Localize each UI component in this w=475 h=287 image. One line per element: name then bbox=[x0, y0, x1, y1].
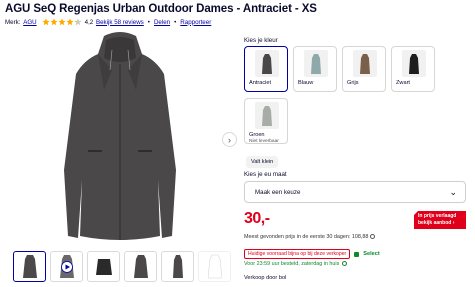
next-image-button[interactable]: › bbox=[222, 132, 237, 147]
coat-swatch-image bbox=[262, 53, 272, 74]
color-option-blauw[interactable]: Blauw bbox=[293, 46, 337, 92]
thumbnail-1[interactable] bbox=[13, 251, 46, 282]
color-option-groen[interactable]: Groen Niet leverbaar bbox=[244, 98, 288, 144]
swatch-image bbox=[402, 50, 426, 77]
thumbnail-strip bbox=[13, 251, 231, 282]
coat-thumbnail-image bbox=[172, 254, 183, 278]
select-logo-icon bbox=[354, 251, 360, 257]
coat-swatch-image bbox=[409, 53, 419, 74]
select-label: Select bbox=[363, 251, 380, 257]
report-link[interactable]: Rapporteer bbox=[180, 19, 211, 26]
coat-thumbnail-image bbox=[133, 254, 148, 278]
coat-swatch-image bbox=[262, 105, 272, 126]
low-stock-badge: Huidige voorraad bijna op bij deze verko… bbox=[244, 249, 351, 259]
star-icon bbox=[66, 18, 74, 26]
brand-label: Merk: bbox=[5, 18, 21, 26]
size-label: Kies je eu maat bbox=[244, 171, 287, 178]
rating-value: 4,2 bbox=[84, 18, 94, 26]
info-icon[interactable] bbox=[341, 261, 347, 266]
color-option-zwart[interactable]: Zwart bbox=[391, 46, 435, 92]
color-option-label: Grijs bbox=[347, 80, 359, 86]
promo-title: In prijs verlaagd bbox=[418, 213, 457, 219]
thumbnail-3[interactable] bbox=[87, 251, 120, 282]
rating-stars bbox=[42, 18, 82, 26]
brand-link[interactable]: AGU bbox=[23, 19, 36, 26]
swatch-image bbox=[255, 102, 279, 129]
thumbnail-6[interactable] bbox=[198, 251, 231, 282]
play-icon bbox=[61, 261, 73, 273]
star-half-icon bbox=[74, 18, 82, 26]
stock-row: Huidige voorraad bijna op bij deze verko… bbox=[244, 249, 380, 259]
delivery-text: Voor 23:59 uur besteld, zaterdag in huis bbox=[244, 261, 340, 267]
thumbnail-4[interactable] bbox=[124, 251, 157, 282]
swatch-image bbox=[304, 50, 328, 77]
promo-link: bekijk aanbod bbox=[418, 220, 452, 226]
color-option-grijs[interactable]: Grijs bbox=[342, 46, 386, 92]
share-link[interactable]: Delen bbox=[154, 19, 170, 26]
thumbnail-5[interactable] bbox=[161, 251, 194, 282]
lowest-price-text: Meest gevonden prijs in de eerste 30 dag… bbox=[244, 234, 369, 240]
chevron-right-icon: › bbox=[228, 134, 231, 145]
size-select-value: Maak een keuze bbox=[255, 189, 301, 196]
info-icon[interactable] bbox=[369, 234, 375, 239]
separator-dot: • bbox=[174, 18, 177, 26]
star-icon bbox=[42, 18, 50, 26]
main-product-image[interactable] bbox=[60, 30, 180, 246]
lowest-price-note: Meest gevonden prijs in de eerste 30 dag… bbox=[244, 234, 375, 240]
chevron-down-icon: ⌄ bbox=[449, 187, 457, 197]
color-option-antraciet[interactable]: Antraciet bbox=[244, 46, 288, 92]
swatch-image bbox=[353, 50, 377, 77]
seller-info: Verkoop door bol bbox=[244, 275, 287, 281]
chevron-right-icon: › bbox=[452, 220, 455, 226]
color-option-label: Antraciet bbox=[249, 80, 272, 86]
swatch-image bbox=[255, 50, 279, 77]
coat-thumbnail-image bbox=[207, 254, 222, 278]
color-option-label: Blauw bbox=[298, 80, 314, 86]
coat-thumbnail-image bbox=[95, 258, 112, 275]
delivery-info: Voor 23:59 uur besteld, zaterdag in huis bbox=[244, 261, 347, 267]
coat-swatch-image bbox=[360, 53, 370, 74]
unavailable-label: Niet leverbaar bbox=[249, 139, 279, 144]
star-icon bbox=[58, 18, 66, 26]
star-icon bbox=[50, 18, 58, 26]
thumbnail-video[interactable] bbox=[50, 251, 83, 282]
color-label: Kies je kleur bbox=[244, 37, 278, 44]
color-option-label: Zwart bbox=[396, 80, 410, 86]
product-title: AGU SeQ Regenjas Urban Outdoor Dames - A… bbox=[5, 3, 317, 15]
coat-swatch-image bbox=[311, 53, 321, 74]
color-swatches: Antraciet Blauw Grijs Zwart Groen Niet l… bbox=[244, 46, 435, 144]
promo-badge[interactable]: In prijs verlaagd bekijk aanbod › bbox=[414, 211, 466, 229]
price: 30,- bbox=[244, 210, 270, 227]
color-option-label: Groen bbox=[249, 132, 265, 138]
size-select[interactable]: Maak een keuze ⌄ bbox=[244, 181, 466, 203]
separator-dot: • bbox=[147, 18, 150, 26]
coat-thumbnail-image bbox=[22, 254, 37, 278]
reviews-link[interactable]: Bekijk 58 reviews bbox=[96, 19, 144, 26]
size-fit-badge: Valt klein bbox=[246, 156, 279, 168]
product-meta: Merk: AGU 4,2 Bekijk 58 reviews • Delen … bbox=[5, 18, 212, 26]
